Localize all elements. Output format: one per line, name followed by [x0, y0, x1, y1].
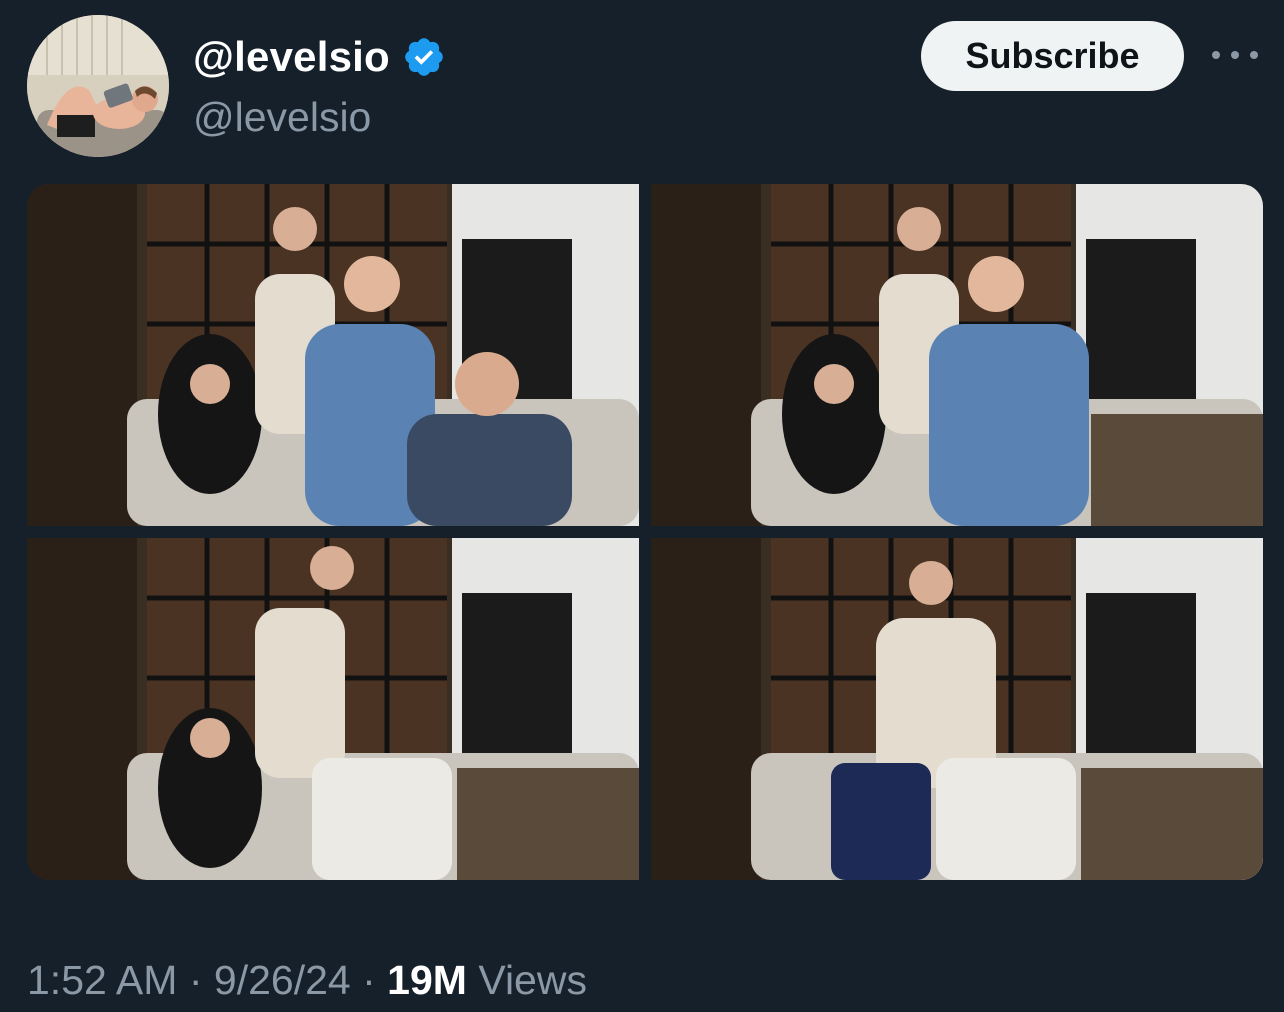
verified-badge-icon	[405, 38, 443, 76]
tweet: @levelsio @levelsio Subscribe 1:52 AM · …	[0, 0, 1284, 1012]
photo-3[interactable]	[27, 538, 639, 880]
views-label: Views	[478, 957, 587, 1003]
subscribe-button[interactable]: Subscribe	[921, 21, 1184, 91]
photo-1[interactable]	[27, 184, 639, 526]
photo-image	[27, 538, 639, 880]
tweet-date[interactable]: 9/26/24	[214, 957, 351, 1003]
avatar-image	[27, 15, 169, 157]
media-grid	[27, 184, 1263, 880]
display-name-text: @levelsio	[193, 33, 390, 80]
photo-image	[651, 538, 1263, 880]
photo-2[interactable]	[651, 184, 1263, 526]
more-options-button[interactable]	[1212, 40, 1258, 70]
ellipsis-icon	[1212, 51, 1220, 59]
photo-image	[651, 184, 1263, 526]
author-handle[interactable]: @levelsio	[193, 92, 371, 142]
ellipsis-icon-dot	[1250, 51, 1258, 59]
avatar[interactable]	[27, 15, 169, 157]
tweet-time[interactable]: 1:52 AM	[27, 957, 177, 1003]
tweet-metadata: 1:52 AM · 9/26/24 · 19M Views	[27, 952, 587, 1008]
photo-4[interactable]	[651, 538, 1263, 880]
photo-image	[27, 184, 639, 526]
ellipsis-icon-dot	[1231, 51, 1239, 59]
separator: ·	[362, 957, 376, 1003]
author-display-name[interactable]: @levelsio	[193, 30, 446, 84]
views-count: 19M	[387, 957, 467, 1003]
separator: ·	[188, 957, 203, 1003]
